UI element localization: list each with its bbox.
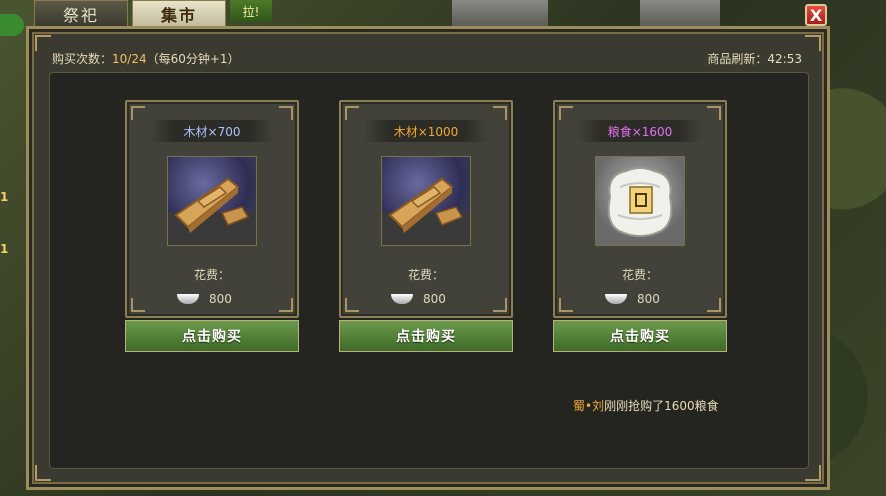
news-player: 蜀•刘 bbox=[573, 399, 605, 413]
close-button[interactable]: X bbox=[805, 4, 827, 26]
card-corner bbox=[493, 298, 507, 312]
buy-button[interactable]: 点击购买 bbox=[339, 320, 513, 352]
corner-decoration bbox=[35, 35, 51, 51]
cost-value: 800 bbox=[423, 292, 446, 306]
item-title: 木材×700 bbox=[149, 120, 275, 142]
buy-count-label: 购买次数： bbox=[52, 52, 113, 66]
corner-decoration bbox=[35, 465, 51, 481]
card-corner bbox=[559, 298, 573, 312]
card-corner bbox=[707, 106, 721, 120]
background-building bbox=[640, 0, 720, 28]
buy-count-value: 10/24 bbox=[112, 52, 147, 66]
buy-count-note: （每60分钟+1） bbox=[146, 52, 240, 66]
tab-bar: 祭祀 集市 bbox=[34, 0, 226, 26]
wood-icon[interactable] bbox=[167, 156, 257, 246]
card-corner bbox=[345, 298, 359, 312]
card-corner bbox=[131, 298, 145, 312]
cost-label: 花费： bbox=[407, 268, 444, 282]
card-corner bbox=[279, 106, 293, 120]
tab-market[interactable]: 集市 bbox=[132, 0, 226, 26]
corner-decoration bbox=[805, 35, 821, 51]
buy-button[interactable]: 点击购买 bbox=[553, 320, 727, 352]
silver-icon bbox=[605, 294, 627, 304]
item-card: 木材×700 花费： 800 bbox=[125, 100, 299, 318]
cost-value: 800 bbox=[209, 292, 232, 306]
cost-value: 800 bbox=[637, 292, 660, 306]
silver-icon bbox=[391, 294, 413, 304]
item-card: 木材×1000 花费： 800 bbox=[339, 100, 513, 318]
cost-label: 花费： bbox=[193, 268, 230, 282]
silver-icon bbox=[177, 294, 199, 304]
tab-sacrifice[interactable]: 祭祀 bbox=[34, 0, 128, 26]
side-badge: 1 bbox=[0, 190, 9, 204]
side-badge: 1 bbox=[0, 242, 9, 256]
side-tab-stub[interactable] bbox=[0, 14, 24, 36]
cost-row: 800 bbox=[177, 292, 232, 306]
grain-sack-icon[interactable] bbox=[595, 156, 685, 246]
purchase-news: 蜀•刘刚刚抢购了1600粮食 bbox=[573, 397, 719, 414]
buy-count: 购买次数：10/24（每60分钟+1） bbox=[52, 50, 240, 67]
item-title: 粮食×1600 bbox=[577, 120, 703, 142]
card-corner bbox=[707, 298, 721, 312]
cost-label: 花费： bbox=[621, 268, 658, 282]
wood-icon[interactable] bbox=[381, 156, 471, 246]
card-corner bbox=[345, 106, 359, 120]
card-corner bbox=[279, 298, 293, 312]
refresh-label: 商品刷新： bbox=[707, 52, 768, 66]
item-card: 粮食×1600 花费： 800 bbox=[553, 100, 727, 318]
news-message: 刚刚抢购了1600粮食 bbox=[604, 399, 719, 413]
close-icon: X bbox=[809, 5, 823, 25]
refresh-timer: 商品刷新：42:53 bbox=[707, 50, 802, 67]
buy-button[interactable]: 点击购买 bbox=[125, 320, 299, 352]
item-title: 木材×1000 bbox=[363, 120, 489, 142]
background-building bbox=[452, 0, 548, 28]
card-corner bbox=[493, 106, 507, 120]
card-corner bbox=[131, 106, 145, 120]
refresh-time: 42:53 bbox=[767, 52, 802, 66]
cost-row: 800 bbox=[605, 292, 660, 306]
cost-row: 800 bbox=[391, 292, 446, 306]
card-corner bbox=[559, 106, 573, 120]
notification-tab[interactable]: 拉! bbox=[230, 0, 272, 22]
